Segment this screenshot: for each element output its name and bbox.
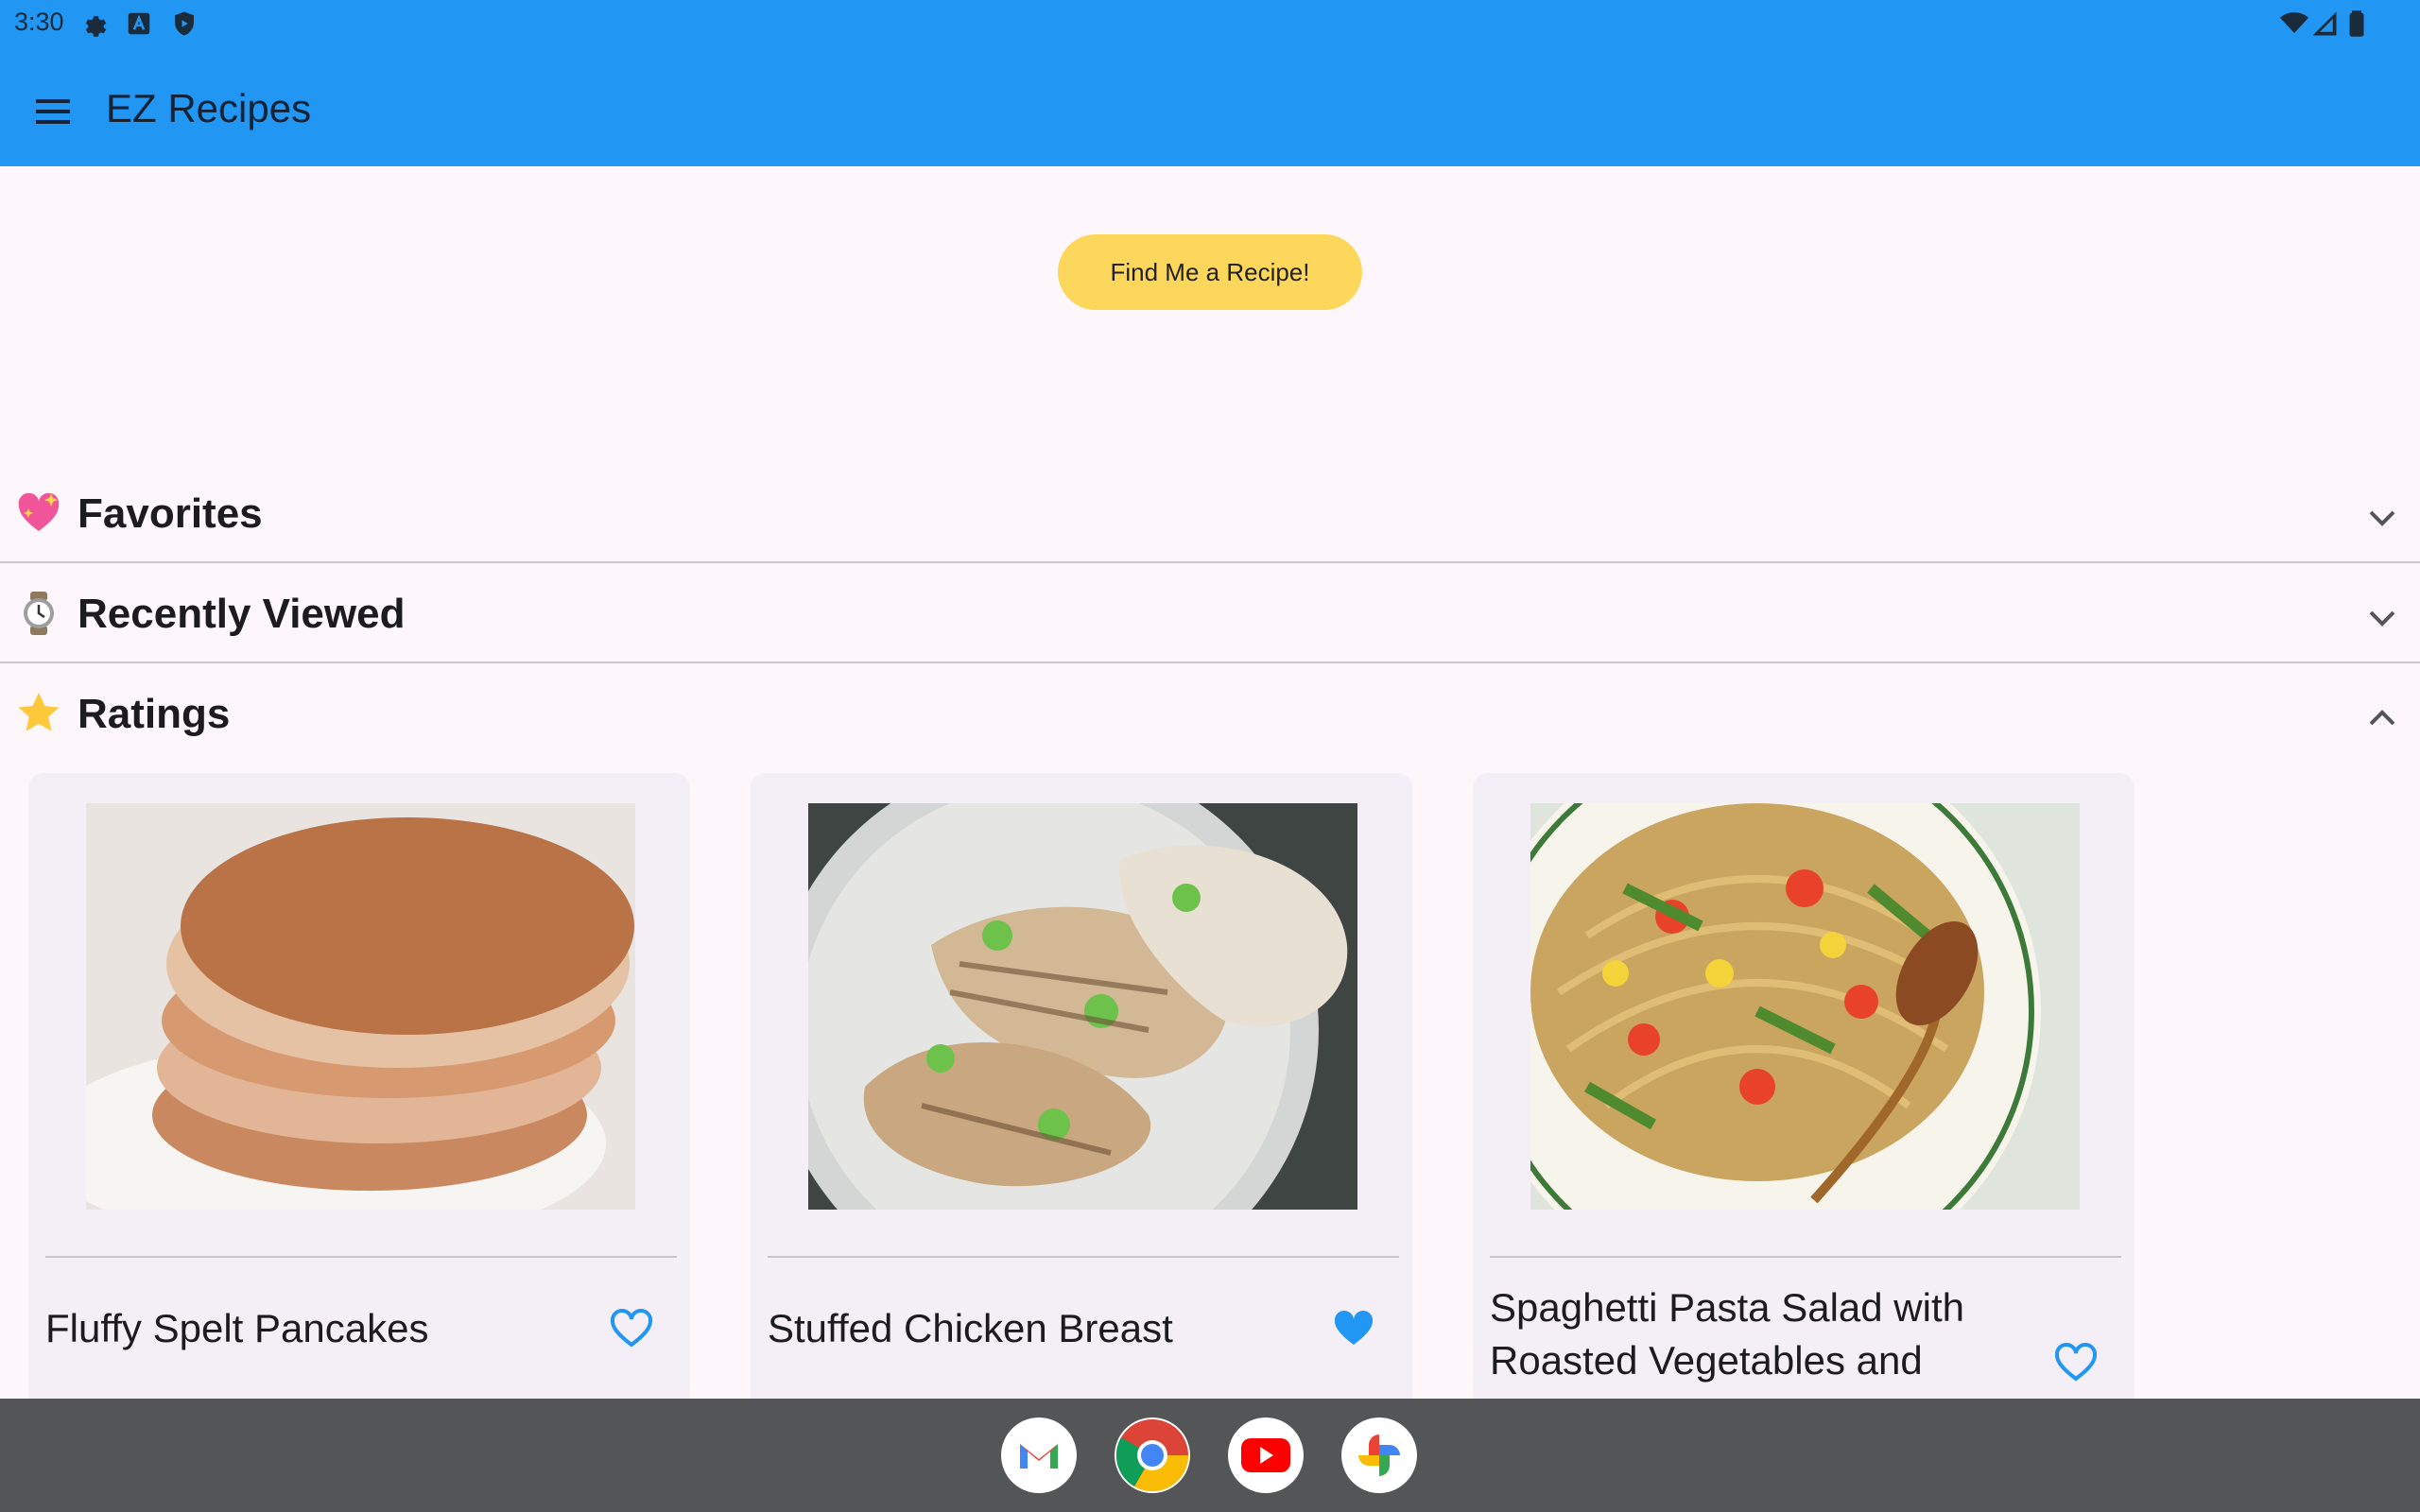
app-title: EZ Recipes: [106, 86, 312, 130]
pancakes-photo: [86, 803, 635, 1210]
card-divider: [1490, 1256, 2121, 1258]
chicken-photo: [808, 803, 1357, 1210]
heart-filled-icon[interactable]: [1331, 1306, 1376, 1351]
hamburger-menu-icon[interactable]: [26, 85, 79, 138]
section-title: Favorites: [78, 490, 263, 537]
chevron-up-icon[interactable]: [2361, 697, 2403, 739]
taskbar: [0, 1399, 2420, 1512]
recipe-name: Fluffy Spelt Pancakes: [45, 1306, 429, 1350]
section-ratings[interactable]: Ratings: [0, 663, 2420, 762]
wifi-icon: [2280, 12, 2308, 33]
sparkling-heart-icon: [18, 492, 60, 531]
watch-icon: [24, 592, 54, 635]
photos-icon[interactable]: [1341, 1418, 1417, 1493]
pasta-salad-photo: [1530, 803, 2080, 1210]
recipe-name: Spaghetti Pasta Salad with Roasted Veget…: [1490, 1285, 1964, 1383]
gear-icon: [85, 16, 107, 37]
chevron-down-icon[interactable]: [2361, 497, 2403, 539]
star-icon: [18, 693, 60, 731]
card-divider: [45, 1256, 677, 1258]
section-title: Recently Viewed: [78, 591, 406, 637]
recipe-card[interactable]: Fluffy Spelt Pancakes: [28, 773, 690, 1435]
chrome-icon[interactable]: [1115, 1418, 1190, 1493]
section-recently-viewed[interactable]: Recently Viewed: [0, 563, 2420, 663]
find-recipe-button[interactable]: Find Me a Recipe!: [1058, 234, 1362, 310]
section-title: Ratings: [78, 691, 231, 737]
app-bar: 3:30 EZ Recipes: [0, 0, 2420, 166]
recipe-name: Stuffed Chicken Breast: [768, 1306, 1173, 1350]
section-favorites[interactable]: Favorites: [0, 463, 2420, 563]
toolbar: EZ Recipes: [0, 57, 2420, 166]
shield-icon: [175, 11, 194, 36]
battery-icon: [2349, 10, 2364, 37]
font-a-icon: [128, 12, 150, 35]
heart-outline-icon[interactable]: [2053, 1340, 2099, 1385]
chevron-down-icon[interactable]: [2361, 597, 2403, 639]
gmail-icon[interactable]: [1001, 1418, 1077, 1493]
cell-signal-icon: [2312, 11, 2337, 36]
heart-outline-icon[interactable]: [609, 1306, 654, 1351]
recipe-card[interactable]: Spaghetti Pasta Salad with Roasted Veget…: [1473, 773, 2135, 1435]
status-time: 3:30: [14, 8, 64, 36]
card-divider: [768, 1256, 1399, 1258]
youtube-icon[interactable]: [1228, 1418, 1304, 1493]
recipe-card[interactable]: Stuffed Chicken Breast: [751, 773, 1412, 1435]
status-bar: 3:30: [0, 0, 2420, 47]
